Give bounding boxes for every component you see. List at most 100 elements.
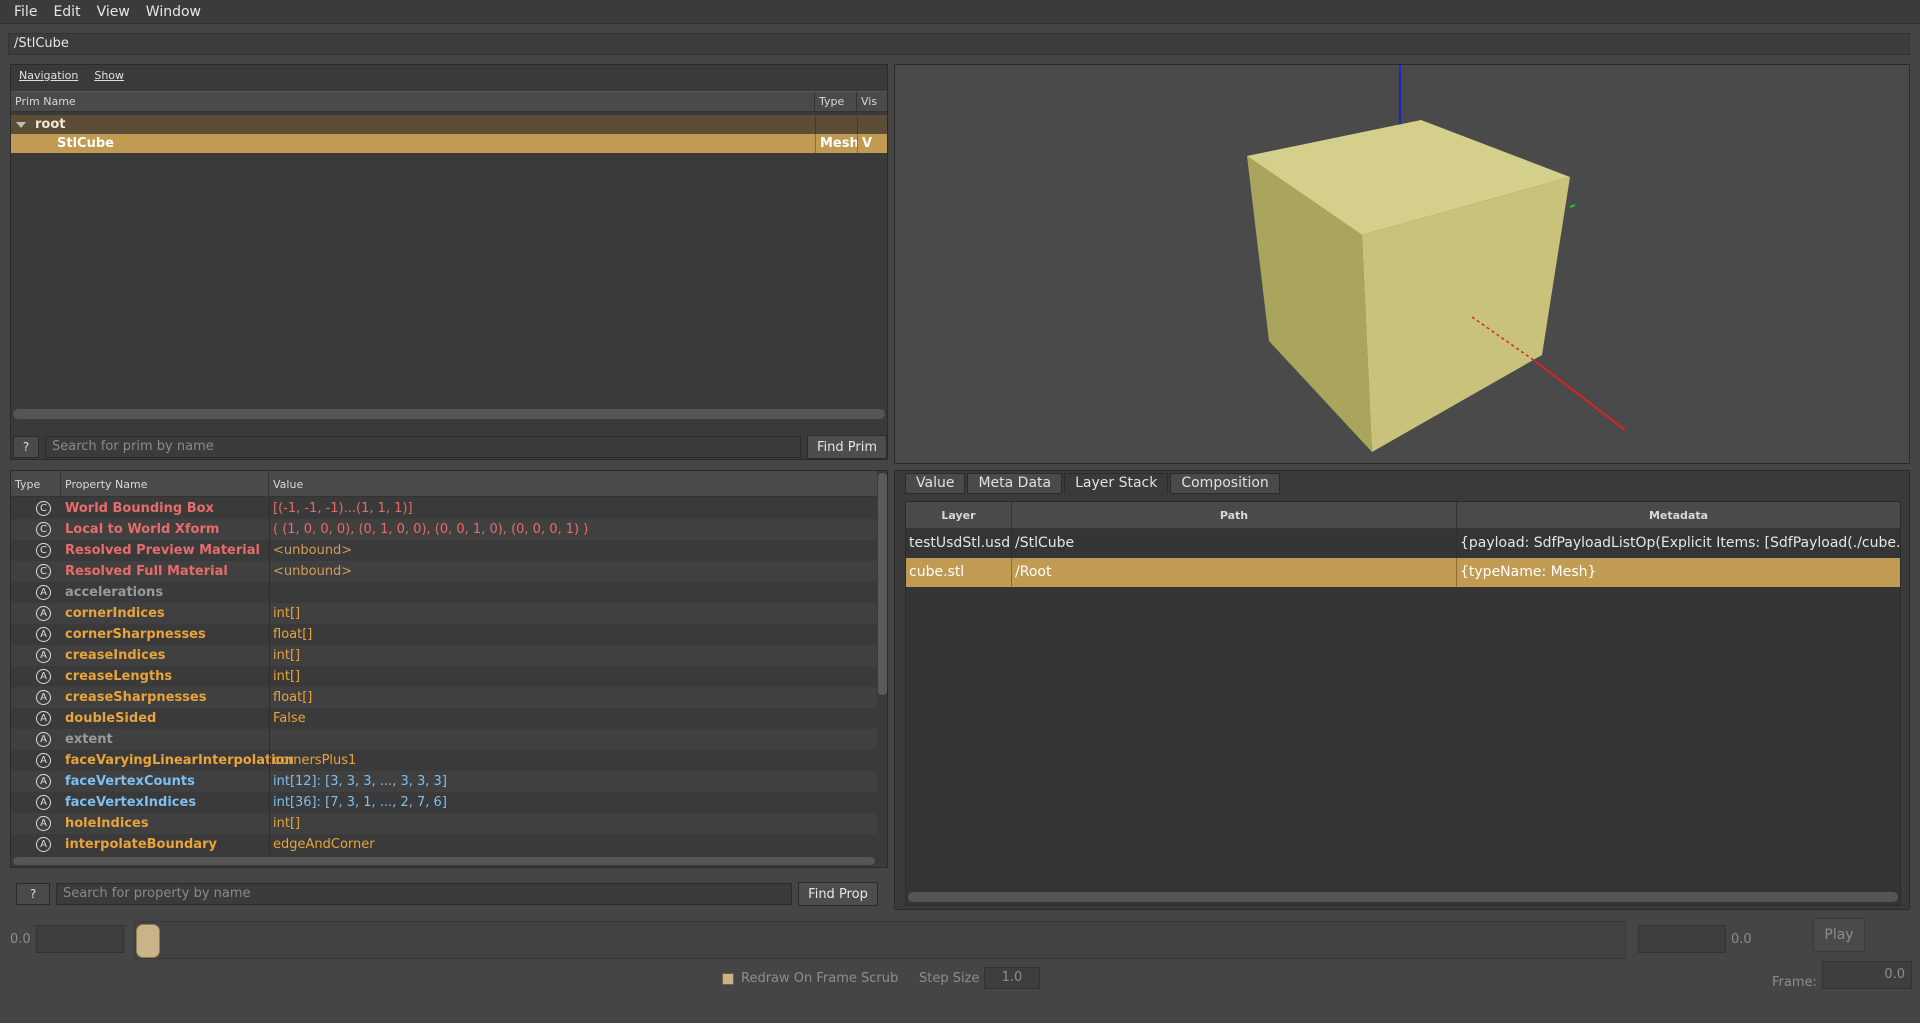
menu-view[interactable]: View <box>89 4 138 20</box>
prim-type-column[interactable]: Type <box>815 92 857 112</box>
prim-search-help-button[interactable]: ? <box>13 436 39 458</box>
redraw-checkbox[interactable] <box>722 973 734 985</box>
prim-horizontal-scrollbar[interactable] <box>13 409 885 419</box>
property-name: cornerIndices <box>65 606 165 621</box>
property-name: cornerSharpnesses <box>65 627 206 642</box>
find-prop-button[interactable]: Find Prop <box>798 882 878 906</box>
menu-bar: File Edit View Window <box>0 0 1920 24</box>
prim-name: StlCube <box>57 136 114 151</box>
tab-layer-stack[interactable]: Layer Stack <box>1064 473 1169 494</box>
property-row[interactable]: AfaceVaryingLinearInterpolation cornersPl… <box>11 750 877 771</box>
property-browser-panel: Type Property Name Value C World Bounding… <box>10 470 888 868</box>
redraw-label: Redraw On Frame Scrub <box>741 971 899 986</box>
property-vertical-scrollbar[interactable] <box>878 473 887 695</box>
property-value: int[12]: [3, 3, 3, ..., 3, 3, 3] <box>273 774 447 789</box>
property-row[interactable]: C Resolved Preview Material <unbound> <box>11 540 877 561</box>
prim-vis-column[interactable]: Vis <box>857 92 887 112</box>
property-row[interactable]: AinterpolateBoundary edgeAndCorner <box>11 834 877 855</box>
property-value: False <box>273 711 306 726</box>
property-row[interactable]: AdoubleSided False <box>11 708 877 729</box>
layer-path: /StlCube <box>1012 529 1457 558</box>
find-prim-button[interactable]: Find Prim <box>807 435 887 459</box>
property-row[interactable]: AcornerSharpnesses float[] <box>11 624 877 645</box>
end-frame-input[interactable] <box>1638 925 1726 953</box>
menu-window[interactable]: Window <box>138 4 209 20</box>
attribute-icon: A <box>36 711 51 726</box>
layer-row[interactable]: testUsdStl.usda /StlCube {payload: SdfPa… <box>906 529 1900 558</box>
expand-triangle-icon[interactable] <box>15 115 29 134</box>
step-size-input[interactable]: 1.0 <box>984 967 1040 989</box>
frame-slider-handle[interactable] <box>136 924 160 958</box>
prim-tree-header: Prim Name Type Vis <box>11 91 887 112</box>
layer-stack-table: Layer Path Metadata testUsdStl.usda /Stl… <box>905 501 1901 906</box>
property-row[interactable]: C World Bounding Box [(-1, -1, -1)...(1, 1… <box>11 498 877 519</box>
3d-viewport[interactable] <box>894 64 1910 464</box>
property-row[interactable]: AfaceVertexIndices int[36]: [7, 3, 1, ...… <box>11 792 877 813</box>
prim-vis-toggle[interactable]: V <box>857 134 887 153</box>
property-type-column[interactable]: Type <box>11 471 61 497</box>
property-value-column[interactable]: Value <box>269 471 877 497</box>
property-value: int[36]: [7, 3, 1, ..., 2, 7, 6] <box>273 795 447 810</box>
property-value: int[] <box>273 669 301 684</box>
property-search-input[interactable]: Search for property by name <box>56 883 792 905</box>
path-column[interactable]: Path <box>1012 502 1457 529</box>
property-row[interactable]: Aaccelerations <box>11 582 877 603</box>
tab-value[interactable]: Value <box>905 473 966 494</box>
property-name: creaseLengths <box>65 669 173 684</box>
property-row[interactable]: C Local to World Xform ( (1, 0, 0, 0), (0,… <box>11 519 877 540</box>
prim-name-column[interactable]: Prim Name <box>11 92 815 112</box>
property-name-column[interactable]: Property Name <box>61 471 269 497</box>
property-name: creaseIndices <box>65 648 166 663</box>
property-row[interactable]: AcreaseLengths int[] <box>11 666 877 687</box>
attribute-icon: A <box>36 669 51 684</box>
start-frame-label: 0.0 <box>10 932 31 947</box>
prim-search-row: ? Search for prim by name Find Prim <box>13 435 887 459</box>
play-button[interactable]: Play <box>1813 918 1865 952</box>
property-row[interactable]: AholeIndices int[] <box>11 813 877 834</box>
end-frame-label: 0.0 <box>1731 932 1752 947</box>
property-value: int[] <box>273 606 301 621</box>
frame-slider-track[interactable] <box>134 921 1626 959</box>
property-row[interactable]: AcreaseIndices int[] <box>11 645 877 666</box>
prim-search-input[interactable]: Search for prim by name <box>45 436 801 458</box>
attribute-icon: A <box>36 627 51 642</box>
computed-property-icon: C <box>36 522 51 537</box>
property-name: faceVaryingLinearInterpolation <box>65 753 294 768</box>
layer-name: cube.stl <box>906 558 1012 587</box>
layer-stack-header: Layer Path Metadata <box>906 502 1900 529</box>
property-value: int[] <box>273 816 301 831</box>
layer-column[interactable]: Layer <box>906 502 1012 529</box>
attribute-inspector-panel: Value Meta Data Layer Stack Composition … <box>894 470 1910 910</box>
y-axis-line <box>1569 204 1576 208</box>
show-menu[interactable]: Show <box>94 69 124 82</box>
property-name: interpolateBoundary <box>65 837 217 852</box>
property-row[interactable]: AfaceVertexCounts int[12]: [3, 3, 3, ...,… <box>11 771 877 792</box>
frame-input[interactable]: 0.0 <box>1822 961 1912 989</box>
start-frame-input[interactable] <box>36 925 124 953</box>
property-value: edgeAndCorner <box>273 837 375 852</box>
metadata-column[interactable]: Metadata <box>1457 502 1900 529</box>
property-row[interactable]: AcreaseSharpnesses float[] <box>11 687 877 708</box>
menu-file[interactable]: File <box>6 4 45 20</box>
prim-row-root[interactable]: root <box>11 115 887 134</box>
navigation-menu[interactable]: Navigation <box>19 69 78 82</box>
property-search-help-button[interactable]: ? <box>16 883 50 905</box>
tab-meta-data[interactable]: Meta Data <box>967 473 1063 494</box>
step-size-label: Step Size <box>919 971 980 986</box>
property-horizontal-scrollbar[interactable] <box>13 857 875 865</box>
property-row[interactable]: AcornerIndices int[] <box>11 603 877 624</box>
property-row[interactable]: C Resolved Full Material <unbound> <box>11 561 877 582</box>
menu-edit[interactable]: Edit <box>45 4 88 20</box>
property-name: creaseSharpnesses <box>65 690 207 705</box>
property-row[interactable]: Aextent <box>11 729 877 750</box>
path-field[interactable]: /StlCube <box>8 33 1910 55</box>
attribute-icon: A <box>36 585 51 600</box>
layer-stack-horizontal-scrollbar[interactable] <box>908 892 1898 902</box>
attribute-icon: A <box>36 837 51 852</box>
layer-row[interactable]: cube.stl /Root {typeName: Mesh} <box>906 558 1900 587</box>
viewport-canvas[interactable] <box>895 65 1909 463</box>
layer-name: testUsdStl.usda <box>906 529 1012 558</box>
attribute-icon: A <box>36 795 51 810</box>
tab-composition[interactable]: Composition <box>1170 473 1280 494</box>
prim-row-stlcube[interactable]: StlCube Mesh V <box>11 134 887 153</box>
